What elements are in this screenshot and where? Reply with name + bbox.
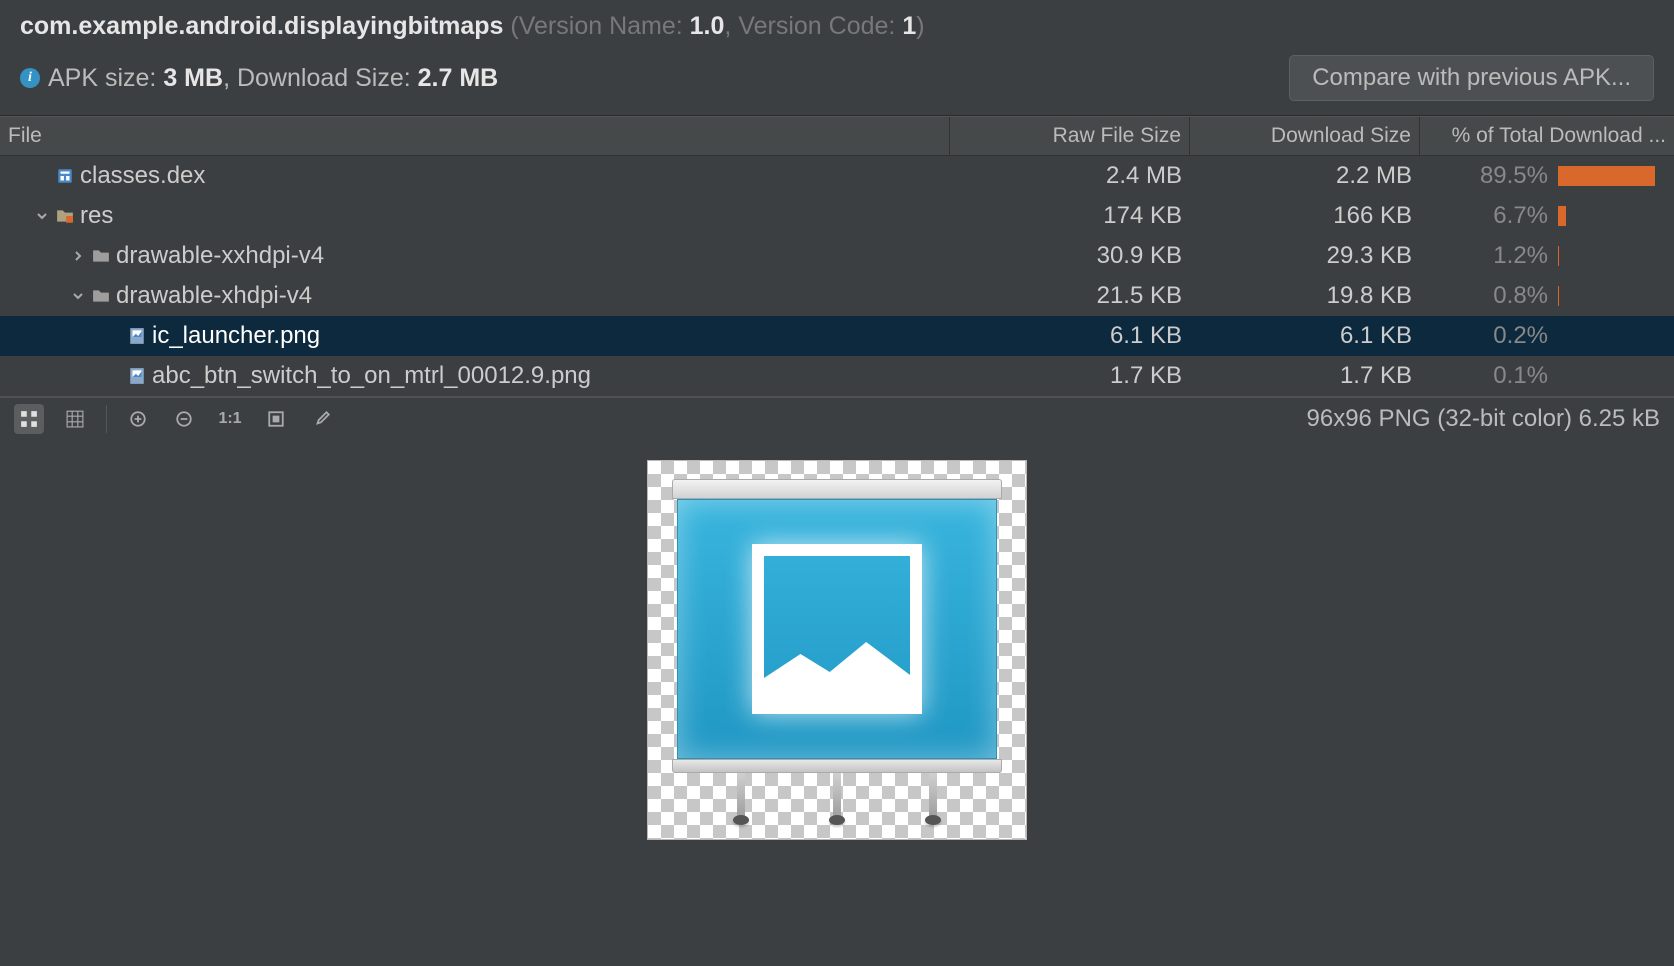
file-table-header: File Raw File Size Download Size % of To…	[0, 116, 1674, 156]
download-size: 6.1 KB	[1190, 316, 1420, 355]
file-name: res	[80, 202, 113, 230]
chevron-right-icon[interactable]	[70, 250, 86, 262]
folder-icon	[92, 287, 110, 305]
column-file[interactable]: File	[0, 117, 950, 155]
download-size: 19.8 KB	[1190, 276, 1420, 315]
folder-res-icon	[56, 207, 74, 225]
version-name: 1.0	[690, 12, 725, 40]
version-code: 1	[902, 12, 916, 40]
version-code-label: Version Code:	[738, 12, 895, 40]
download-size-label: Download Size:	[237, 64, 411, 92]
download-pct: 0.8%	[1420, 276, 1674, 315]
preview-image	[672, 479, 1002, 817]
raw-size: 1.7 KB	[950, 356, 1190, 395]
column-download-size[interactable]: Download Size	[1190, 117, 1420, 155]
version-name-label: Version Name:	[519, 12, 683, 40]
column-pct[interactable]: % of Total Download ...	[1420, 117, 1674, 155]
grid-icon[interactable]	[60, 404, 90, 434]
column-raw-size[interactable]: Raw File Size	[950, 117, 1190, 155]
fit-to-window-icon[interactable]	[14, 404, 44, 434]
table-row[interactable]: abc_btn_switch_to_on_mtrl_00012.9.png 1.7…	[0, 356, 1674, 396]
zoom-in-icon[interactable]	[123, 404, 153, 434]
compare-apk-button[interactable]: Compare with previous APK...	[1289, 55, 1654, 101]
dex-icon	[56, 167, 74, 185]
apk-size-label: APK size:	[48, 64, 156, 92]
raw-size: 6.1 KB	[950, 316, 1190, 355]
file-table-body: classes.dex 2.4 MB2.2 MB89.5% res 174 KB166…	[0, 156, 1674, 396]
raw-size: 30.9 KB	[950, 236, 1190, 275]
download-pct: 1.2%	[1420, 236, 1674, 275]
chevron-down-icon[interactable]	[70, 290, 86, 302]
download-pct: 0.2%	[1420, 316, 1674, 355]
table-row[interactable]: drawable-xxhdpi-v4 30.9 KB29.3 KB1.2%	[0, 236, 1674, 276]
actual-size-icon[interactable]: 1:1	[215, 404, 245, 434]
file-name: classes.dex	[80, 162, 205, 190]
download-size: 2.2 MB	[1190, 156, 1420, 195]
table-row[interactable]: drawable-xhdpi-v4 21.5 KB19.8 KB0.8%	[0, 276, 1674, 316]
preview-area	[0, 440, 1674, 960]
table-row[interactable]: ic_launcher.png6.1 KB6.1 KB0.2%	[0, 316, 1674, 356]
file-name: abc_btn_switch_to_on_mtrl_00012.9.png	[152, 362, 591, 390]
download-pct: 0.1%	[1420, 356, 1674, 395]
png-icon	[128, 367, 146, 385]
chevron-down-icon[interactable]	[34, 210, 50, 222]
download-pct: 89.5%	[1420, 156, 1674, 195]
raw-size: 2.4 MB	[950, 156, 1190, 195]
package-name: com.example.android.displayingbitmaps	[20, 12, 503, 40]
raw-size: 174 KB	[950, 196, 1190, 235]
table-row[interactable]: res 174 KB166 KB6.7%	[0, 196, 1674, 236]
apk-size-info: i APK size: 3 MB, Download Size: 2.7 MB	[20, 64, 498, 93]
raw-size: 21.5 KB	[950, 276, 1190, 315]
preview-info: 96x96 PNG (32-bit color) 6.25 kB	[1307, 405, 1661, 433]
title-line: com.example.android.displayingbitmaps (V…	[20, 12, 1654, 41]
file-name: drawable-xhdpi-v4	[116, 282, 312, 310]
color-picker-icon[interactable]	[307, 404, 337, 434]
png-icon	[128, 327, 146, 345]
folder-icon	[92, 247, 110, 265]
preview-checkerboard	[647, 460, 1027, 840]
table-row[interactable]: classes.dex 2.4 MB2.2 MB89.5%	[0, 156, 1674, 196]
download-pct: 6.7%	[1420, 196, 1674, 235]
apk-size: 3 MB	[163, 64, 223, 92]
apk-header: com.example.android.displayingbitmaps (V…	[0, 0, 1674, 116]
download-size: 29.3 KB	[1190, 236, 1420, 275]
info-icon[interactable]: i	[20, 68, 40, 88]
file-name: ic_launcher.png	[152, 322, 320, 350]
file-name: drawable-xxhdpi-v4	[116, 242, 324, 270]
preview-toolbar: 1:1 96x96 PNG (32-bit color) 6.25 kB	[0, 396, 1674, 440]
toolbar-separator	[106, 405, 107, 433]
download-size: 166 KB	[1190, 196, 1420, 235]
fit-zoom-icon[interactable]	[261, 404, 291, 434]
zoom-out-icon[interactable]	[169, 404, 199, 434]
download-size: 1.7 KB	[1190, 356, 1420, 395]
download-size: 2.7 MB	[418, 64, 499, 92]
